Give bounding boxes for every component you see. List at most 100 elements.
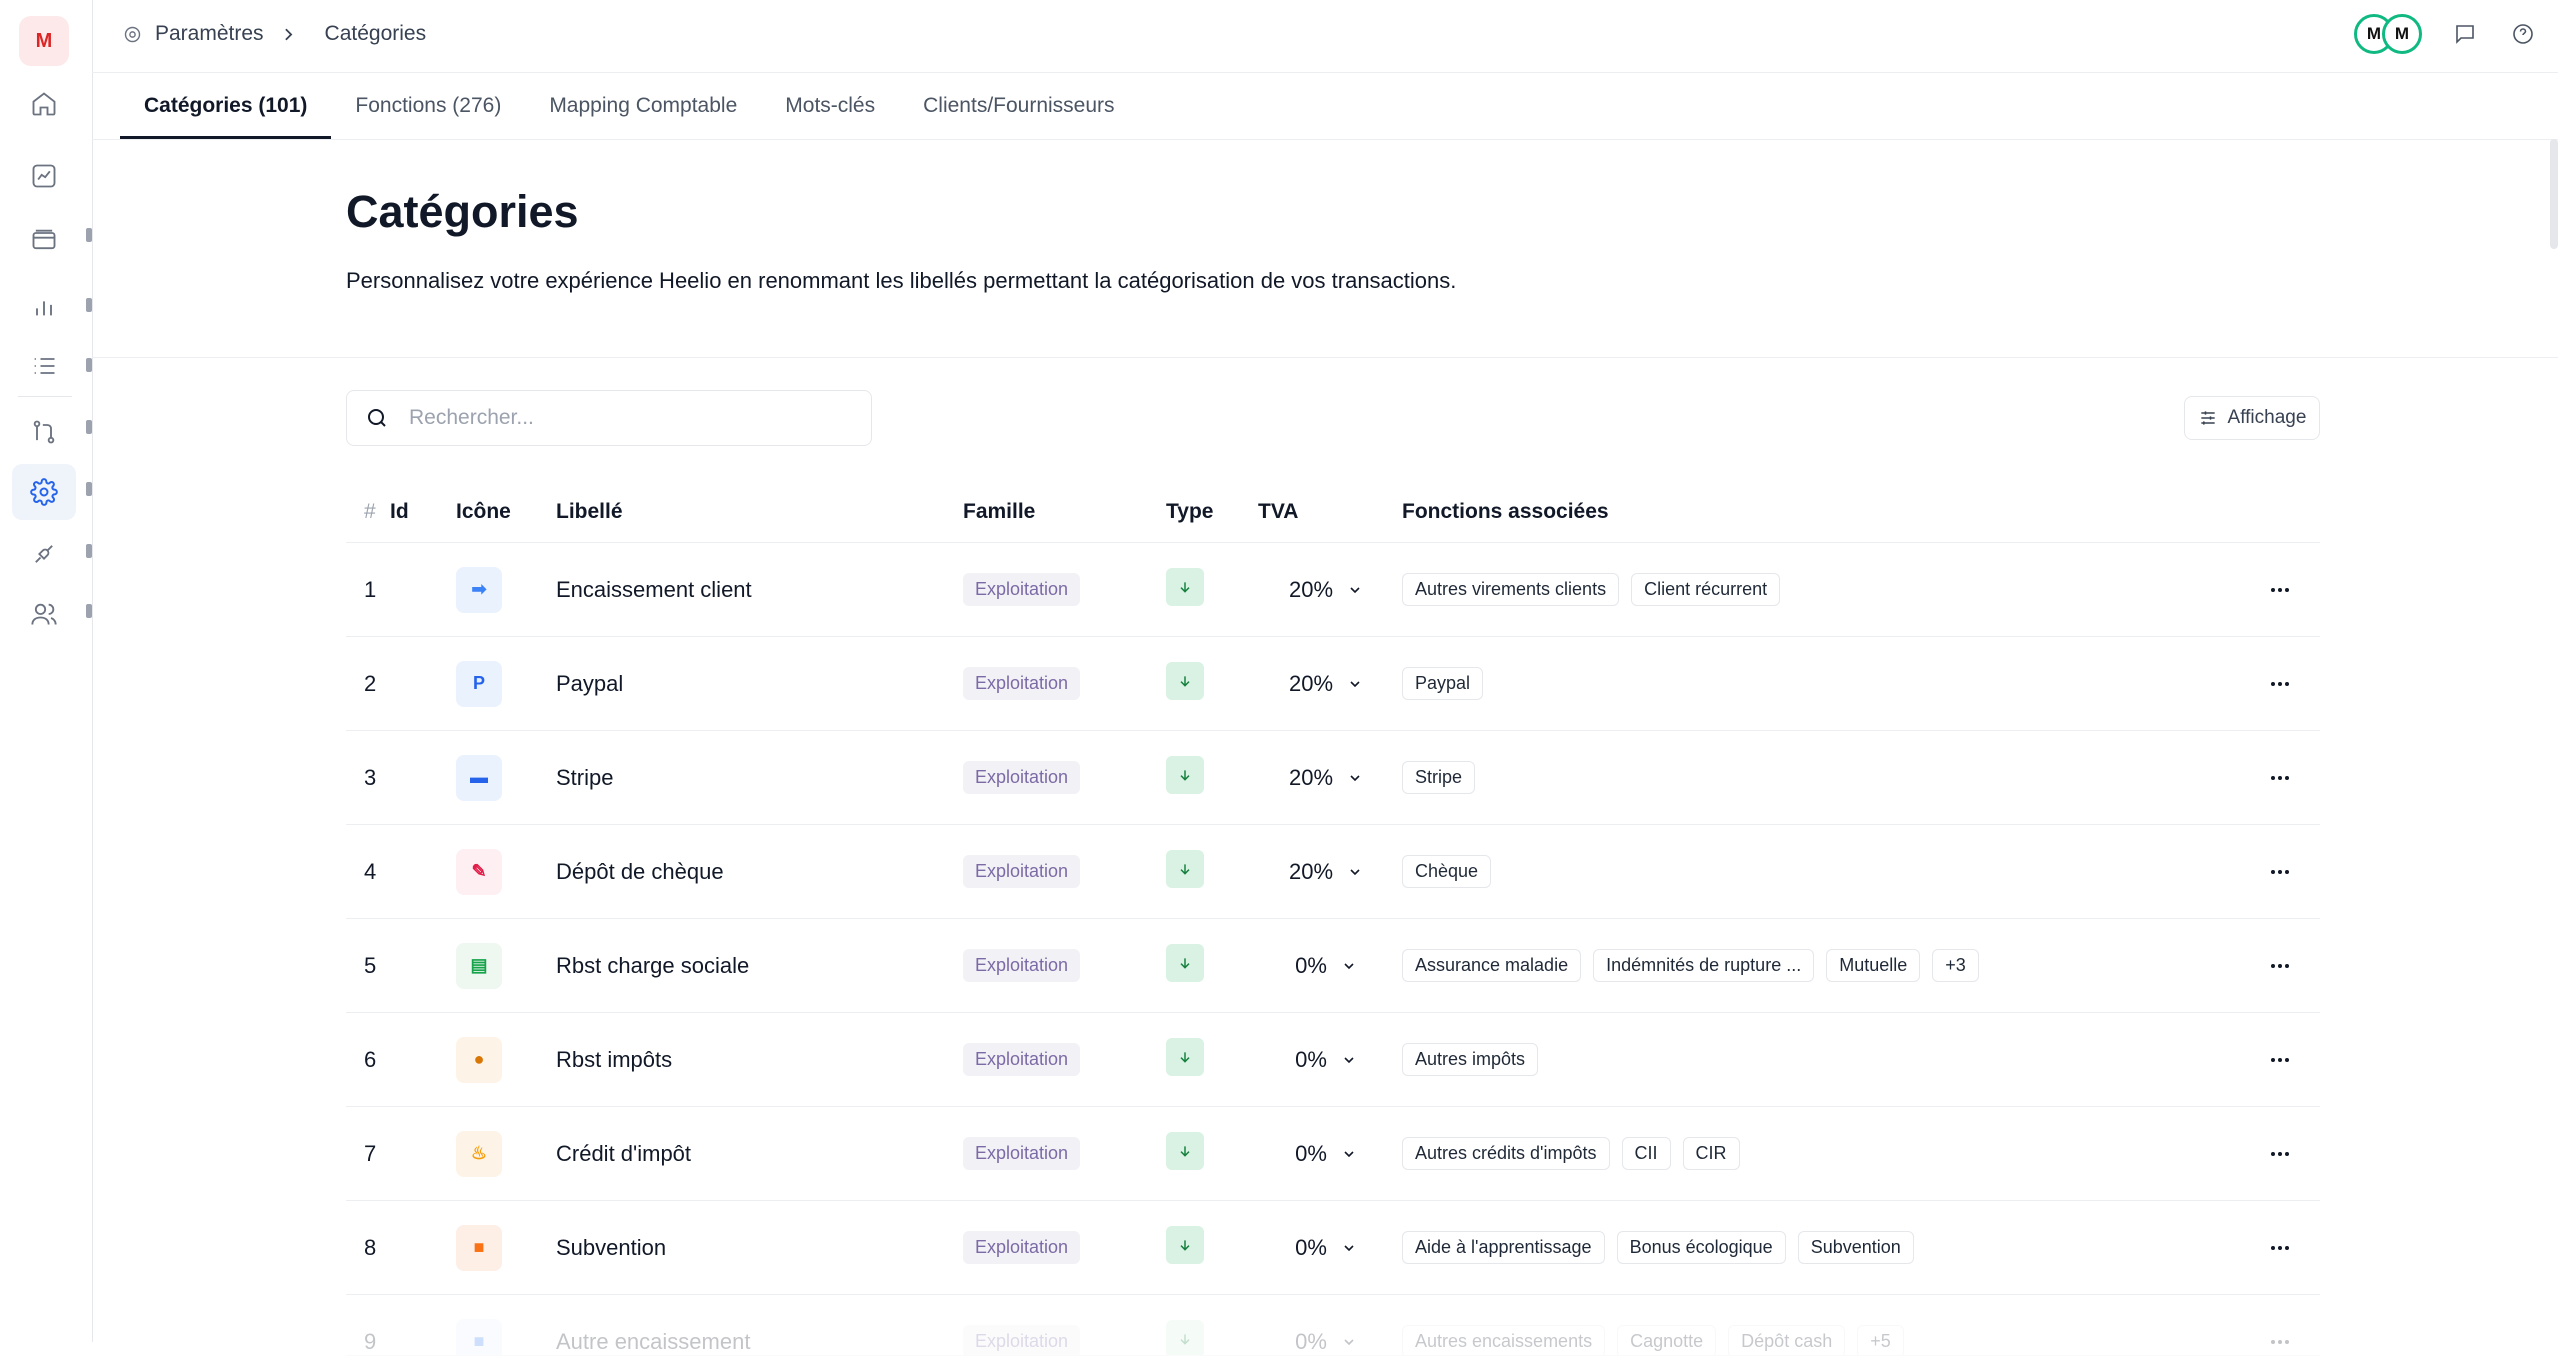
- help-button[interactable]: [2508, 19, 2538, 49]
- feedback-button[interactable]: [2450, 19, 2480, 49]
- category-label[interactable]: Paypal: [556, 637, 623, 730]
- sidebar-item-settings[interactable]: [12, 464, 76, 520]
- family-badge[interactable]: Exploitation: [963, 573, 1080, 606]
- sidebar-item-reports[interactable]: [12, 278, 76, 334]
- sidebar-item-lists[interactable]: [12, 338, 76, 394]
- table-row[interactable]: 1 ➡ Encaissement client Exploitation 20%…: [346, 543, 2320, 637]
- type-income-button[interactable]: [1166, 944, 1204, 982]
- parking-p-icon[interactable]: P: [456, 661, 502, 707]
- column-header-id[interactable]: Id: [390, 500, 409, 524]
- sidebar-item-home[interactable]: [12, 76, 76, 132]
- vat-select[interactable]: 20%: [1276, 731, 1376, 824]
- cheque-icon[interactable]: ✎: [456, 849, 502, 895]
- category-label[interactable]: Encaissement client: [556, 543, 752, 636]
- function-chip[interactable]: Indémnités de rupture ...: [1593, 949, 1814, 982]
- table-row[interactable]: 8 ■ Subvention Exploitation 0% Aide à l'…: [346, 1201, 2320, 1295]
- category-label[interactable]: Rbst impôts: [556, 1013, 672, 1106]
- column-header-type[interactable]: Type: [1166, 500, 1213, 524]
- vat-select[interactable]: 20%: [1276, 543, 1376, 636]
- type-income-button[interactable]: [1166, 1320, 1204, 1356]
- column-header-label[interactable]: Libellé: [556, 500, 623, 524]
- function-chip[interactable]: +3: [1932, 949, 1979, 982]
- family-badge[interactable]: Exploitation: [963, 1325, 1080, 1356]
- sidebar-item-activity[interactable]: [12, 148, 76, 204]
- blue-square-icon[interactable]: ■: [456, 1319, 502, 1356]
- function-chip[interactable]: Dépôt cash: [1728, 1325, 1845, 1356]
- books-icon[interactable]: ▤: [456, 943, 502, 989]
- function-chip[interactable]: +5: [1857, 1325, 1904, 1356]
- function-chip[interactable]: Assurance maladie: [1402, 949, 1581, 982]
- vat-select[interactable]: 20%: [1276, 637, 1376, 730]
- type-income-button[interactable]: [1166, 568, 1204, 606]
- table-row[interactable]: 9 ■ Autre encaissement Exploitation 0% A…: [346, 1295, 2320, 1356]
- avatar-group[interactable]: M M: [2354, 14, 2422, 54]
- tab-accounting-mapping[interactable]: Mapping Comptable: [525, 73, 761, 139]
- function-chip[interactable]: Client récurrent: [1631, 573, 1780, 606]
- cake-icon[interactable]: ♨: [456, 1131, 502, 1177]
- type-income-button[interactable]: [1166, 1132, 1204, 1170]
- row-actions-button[interactable]: [2268, 543, 2292, 636]
- category-label[interactable]: Dépôt de chèque: [556, 825, 724, 918]
- gift-icon[interactable]: ■: [456, 1225, 502, 1271]
- vat-select[interactable]: 0%: [1276, 919, 1376, 1012]
- category-label[interactable]: Crédit d'impôt: [556, 1107, 691, 1200]
- row-actions-button[interactable]: [2268, 1295, 2292, 1356]
- function-chip[interactable]: Mutuelle: [1826, 949, 1920, 982]
- function-chip[interactable]: Autres virements clients: [1402, 573, 1619, 606]
- function-chip[interactable]: CIR: [1683, 1137, 1740, 1170]
- category-label[interactable]: Autre encaissement: [556, 1295, 750, 1356]
- function-chip[interactable]: CII: [1622, 1137, 1671, 1170]
- sidebar-item-integrations[interactable]: [12, 526, 76, 582]
- table-row[interactable]: 6 ● Rbst impôts Exploitation 0% Autres i…: [346, 1013, 2320, 1107]
- row-actions-button[interactable]: [2268, 731, 2292, 824]
- money-bag-icon[interactable]: ●: [456, 1037, 502, 1083]
- row-actions-button[interactable]: [2268, 1201, 2292, 1294]
- avatar[interactable]: M: [2382, 14, 2422, 54]
- family-badge[interactable]: Exploitation: [963, 1043, 1080, 1076]
- row-actions-button[interactable]: [2268, 1107, 2292, 1200]
- function-chip[interactable]: Chèque: [1402, 855, 1491, 888]
- type-income-button[interactable]: [1166, 662, 1204, 700]
- search-input[interactable]: [407, 405, 871, 431]
- category-label[interactable]: Subvention: [556, 1201, 666, 1294]
- row-actions-button[interactable]: [2268, 825, 2292, 918]
- table-row[interactable]: 5 ▤ Rbst charge sociale Exploitation 0% …: [346, 919, 2320, 1013]
- vat-select[interactable]: 0%: [1276, 1107, 1376, 1200]
- family-badge[interactable]: Exploitation: [963, 949, 1080, 982]
- sidebar-item-team[interactable]: [12, 586, 76, 642]
- function-chip[interactable]: Stripe: [1402, 761, 1475, 794]
- credit-card-icon[interactable]: ▬: [456, 755, 502, 801]
- vat-select[interactable]: 0%: [1276, 1013, 1376, 1106]
- display-options-button[interactable]: Affichage: [2184, 396, 2320, 440]
- function-chip[interactable]: Subvention: [1798, 1231, 1914, 1264]
- function-chip[interactable]: Autres encaissements: [1402, 1325, 1605, 1356]
- breadcrumb-parent[interactable]: Paramètres: [155, 22, 264, 46]
- arrow-right-icon[interactable]: ➡: [456, 567, 502, 613]
- workspace-logo[interactable]: M: [19, 16, 69, 66]
- family-badge[interactable]: Exploitation: [963, 761, 1080, 794]
- row-actions-button[interactable]: [2268, 637, 2292, 730]
- type-income-button[interactable]: [1166, 756, 1204, 794]
- table-row[interactable]: 3 ▬ Stripe Exploitation 20% Stripe: [346, 731, 2320, 825]
- type-income-button[interactable]: [1166, 850, 1204, 888]
- row-actions-button[interactable]: [2268, 1013, 2292, 1106]
- column-header-family[interactable]: Famille: [963, 500, 1035, 524]
- family-badge[interactable]: Exploitation: [963, 1231, 1080, 1264]
- function-chip[interactable]: Paypal: [1402, 667, 1483, 700]
- table-row[interactable]: 2 P Paypal Exploitation 20% Paypal: [346, 637, 2320, 731]
- sidebar-item-accounts[interactable]: [12, 212, 76, 268]
- table-row[interactable]: 7 ♨ Crédit d'impôt Exploitation 0% Autre…: [346, 1107, 2320, 1201]
- tab-clients-suppliers[interactable]: Clients/Fournisseurs: [899, 73, 1138, 139]
- vat-select[interactable]: 0%: [1276, 1295, 1376, 1356]
- row-actions-button[interactable]: [2268, 919, 2292, 1012]
- vat-select[interactable]: 20%: [1276, 825, 1376, 918]
- family-badge[interactable]: Exploitation: [963, 855, 1080, 888]
- category-label[interactable]: Rbst charge sociale: [556, 919, 749, 1012]
- type-income-button[interactable]: [1166, 1226, 1204, 1264]
- family-badge[interactable]: Exploitation: [963, 1137, 1080, 1170]
- tab-categories[interactable]: Catégories (101): [120, 73, 331, 139]
- function-chip[interactable]: Aide à l'apprentissage: [1402, 1231, 1605, 1264]
- function-chip[interactable]: Bonus écologique: [1617, 1231, 1786, 1264]
- category-label[interactable]: Stripe: [556, 731, 613, 824]
- function-chip[interactable]: Autres impôts: [1402, 1043, 1538, 1076]
